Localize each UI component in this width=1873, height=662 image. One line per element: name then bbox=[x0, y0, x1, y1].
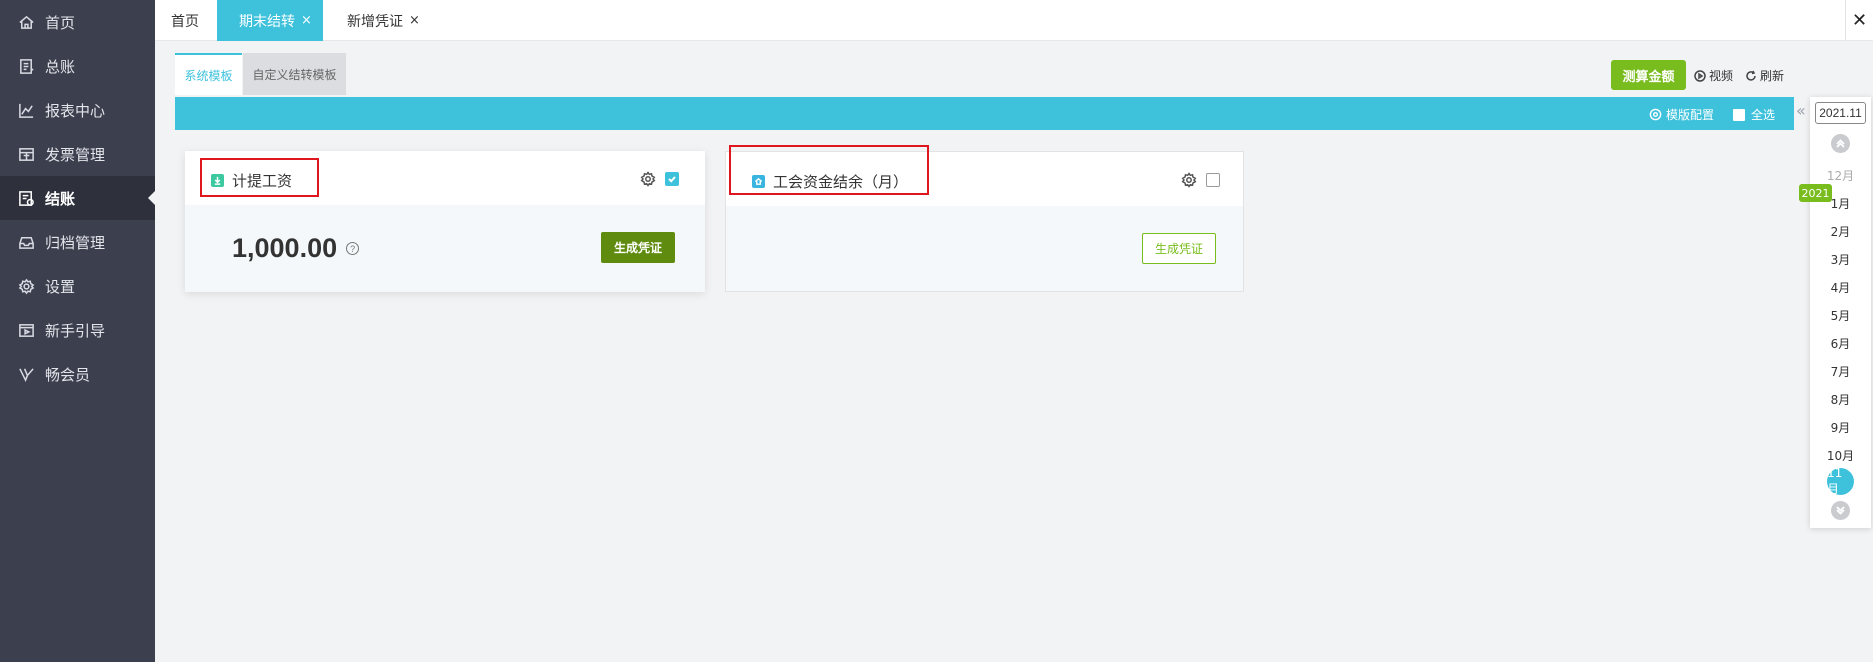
tab-bar: 首页 期末结转 × 新增凭证 × ✕ bbox=[155, 0, 1873, 41]
sidebar-item-label: 归档管理 bbox=[45, 233, 106, 252]
vip-icon bbox=[17, 365, 35, 383]
sidebar-item-vip[interactable]: 畅会员 bbox=[0, 352, 155, 396]
play-circle-icon bbox=[1694, 69, 1706, 82]
video-link[interactable]: 视频 bbox=[1694, 67, 1733, 84]
sidebar-item-label: 报表中心 bbox=[45, 101, 106, 120]
sidebar-item-label: 发票管理 bbox=[45, 145, 106, 164]
sidebar-item-label: 结账 bbox=[45, 189, 76, 208]
card-select-checkbox[interactable] bbox=[665, 172, 679, 186]
invoice-icon bbox=[17, 145, 35, 163]
select-all-checkbox[interactable]: 全选 bbox=[1733, 106, 1775, 123]
tab-new-voucher[interactable]: 新增凭证 × bbox=[347, 0, 420, 41]
chart-icon bbox=[17, 101, 35, 119]
calc-amount-button[interactable]: 测算金额 bbox=[1611, 60, 1686, 90]
month-item[interactable]: 4月 bbox=[1810, 279, 1871, 296]
ledger-icon bbox=[17, 57, 35, 75]
tab-period-close[interactable]: 期末结转 × bbox=[217, 0, 323, 41]
tab-close-icon[interactable]: × bbox=[301, 13, 312, 28]
checkbox-icon bbox=[1733, 108, 1745, 121]
sidebar-item-label: 首页 bbox=[45, 13, 76, 32]
highlight-box bbox=[200, 158, 319, 197]
month-item[interactable]: 5月 bbox=[1810, 307, 1871, 324]
sidebar-item-label: 设置 bbox=[45, 277, 76, 296]
month-item[interactable]: 3月 bbox=[1810, 251, 1871, 268]
generate-voucher-button[interactable]: 生成凭证 bbox=[601, 232, 675, 263]
gear-icon bbox=[17, 277, 35, 295]
year-badge: 2021 bbox=[1799, 184, 1832, 202]
month-item-active[interactable]: 11月 bbox=[1827, 466, 1854, 496]
close-all-tabs-button[interactable]: ✕ bbox=[1845, 0, 1873, 41]
sidebar-item-reports[interactable]: 报表中心 bbox=[0, 88, 155, 132]
sidebar-item-home[interactable]: 首页 bbox=[0, 0, 155, 44]
scroll-down-icon[interactable] bbox=[1831, 501, 1850, 520]
sidebar: 首页 总账 报表中心 发票管理 结账 归档管理 设置 新手引导 畅会员 bbox=[0, 0, 155, 662]
sidebar-item-invoice[interactable]: 发票管理 bbox=[0, 132, 155, 176]
play-icon bbox=[17, 321, 35, 339]
subtab-system-template[interactable]: 系统模板 bbox=[175, 53, 242, 95]
sidebar-item-checkout[interactable]: 结账 bbox=[0, 176, 155, 220]
card-body: 生成凭证 bbox=[726, 206, 1243, 291]
subtab-custom-template[interactable]: 自定义结转模板 bbox=[243, 53, 346, 95]
sidebar-item-settings[interactable]: 设置 bbox=[0, 264, 155, 308]
sidebar-item-archive[interactable]: 归档管理 bbox=[0, 220, 155, 264]
month-item[interactable]: 8月 bbox=[1810, 391, 1871, 408]
month-item[interactable]: 7月 bbox=[1810, 363, 1871, 380]
month-item[interactable]: 12月 bbox=[1810, 167, 1871, 184]
template-toolbar bbox=[175, 97, 1794, 130]
generate-voucher-button[interactable]: 生成凭证 bbox=[1142, 233, 1216, 264]
period-selector: 2021.11 12月 1月 2月 3月 4月 5月 6月 7月 8月 9月 1… bbox=[1810, 97, 1871, 528]
refresh-link[interactable]: 刷新 bbox=[1745, 67, 1784, 84]
card-body: 1,000.00 ? 生成凭证 bbox=[185, 205, 705, 292]
card-amount: 1,000.00 ? bbox=[232, 233, 360, 264]
help-icon[interactable]: ? bbox=[346, 242, 360, 255]
card-settings-icon[interactable] bbox=[640, 171, 656, 187]
template-config-button[interactable]: 模版配置 bbox=[1649, 106, 1714, 123]
period-input[interactable]: 2021.11 bbox=[1815, 102, 1866, 124]
sidebar-item-label: 畅会员 bbox=[45, 365, 91, 384]
month-item[interactable]: 2月 bbox=[1810, 223, 1871, 240]
collapse-panel-icon[interactable]: « bbox=[1796, 101, 1810, 121]
home-icon bbox=[17, 13, 35, 31]
sidebar-item-label: 总账 bbox=[45, 57, 76, 76]
tab-close-icon[interactable]: × bbox=[409, 13, 420, 28]
gear-icon bbox=[1649, 108, 1662, 121]
month-item[interactable]: 10月 bbox=[1810, 447, 1871, 464]
highlight-box bbox=[729, 145, 929, 195]
month-item[interactable]: 6月 bbox=[1810, 335, 1871, 352]
sidebar-item-label: 新手引导 bbox=[45, 321, 106, 340]
scroll-up-icon[interactable] bbox=[1831, 134, 1850, 153]
card-select-checkbox[interactable] bbox=[1206, 173, 1220, 187]
sidebar-item-guide[interactable]: 新手引导 bbox=[0, 308, 155, 352]
month-item[interactable]: 9月 bbox=[1810, 419, 1871, 436]
checkout-icon bbox=[17, 189, 35, 207]
refresh-icon bbox=[1746, 70, 1756, 81]
tab-home[interactable]: 首页 bbox=[171, 0, 199, 41]
sidebar-item-ledger[interactable]: 总账 bbox=[0, 44, 155, 88]
archive-icon bbox=[17, 233, 35, 251]
card-settings-icon[interactable] bbox=[1181, 172, 1197, 188]
